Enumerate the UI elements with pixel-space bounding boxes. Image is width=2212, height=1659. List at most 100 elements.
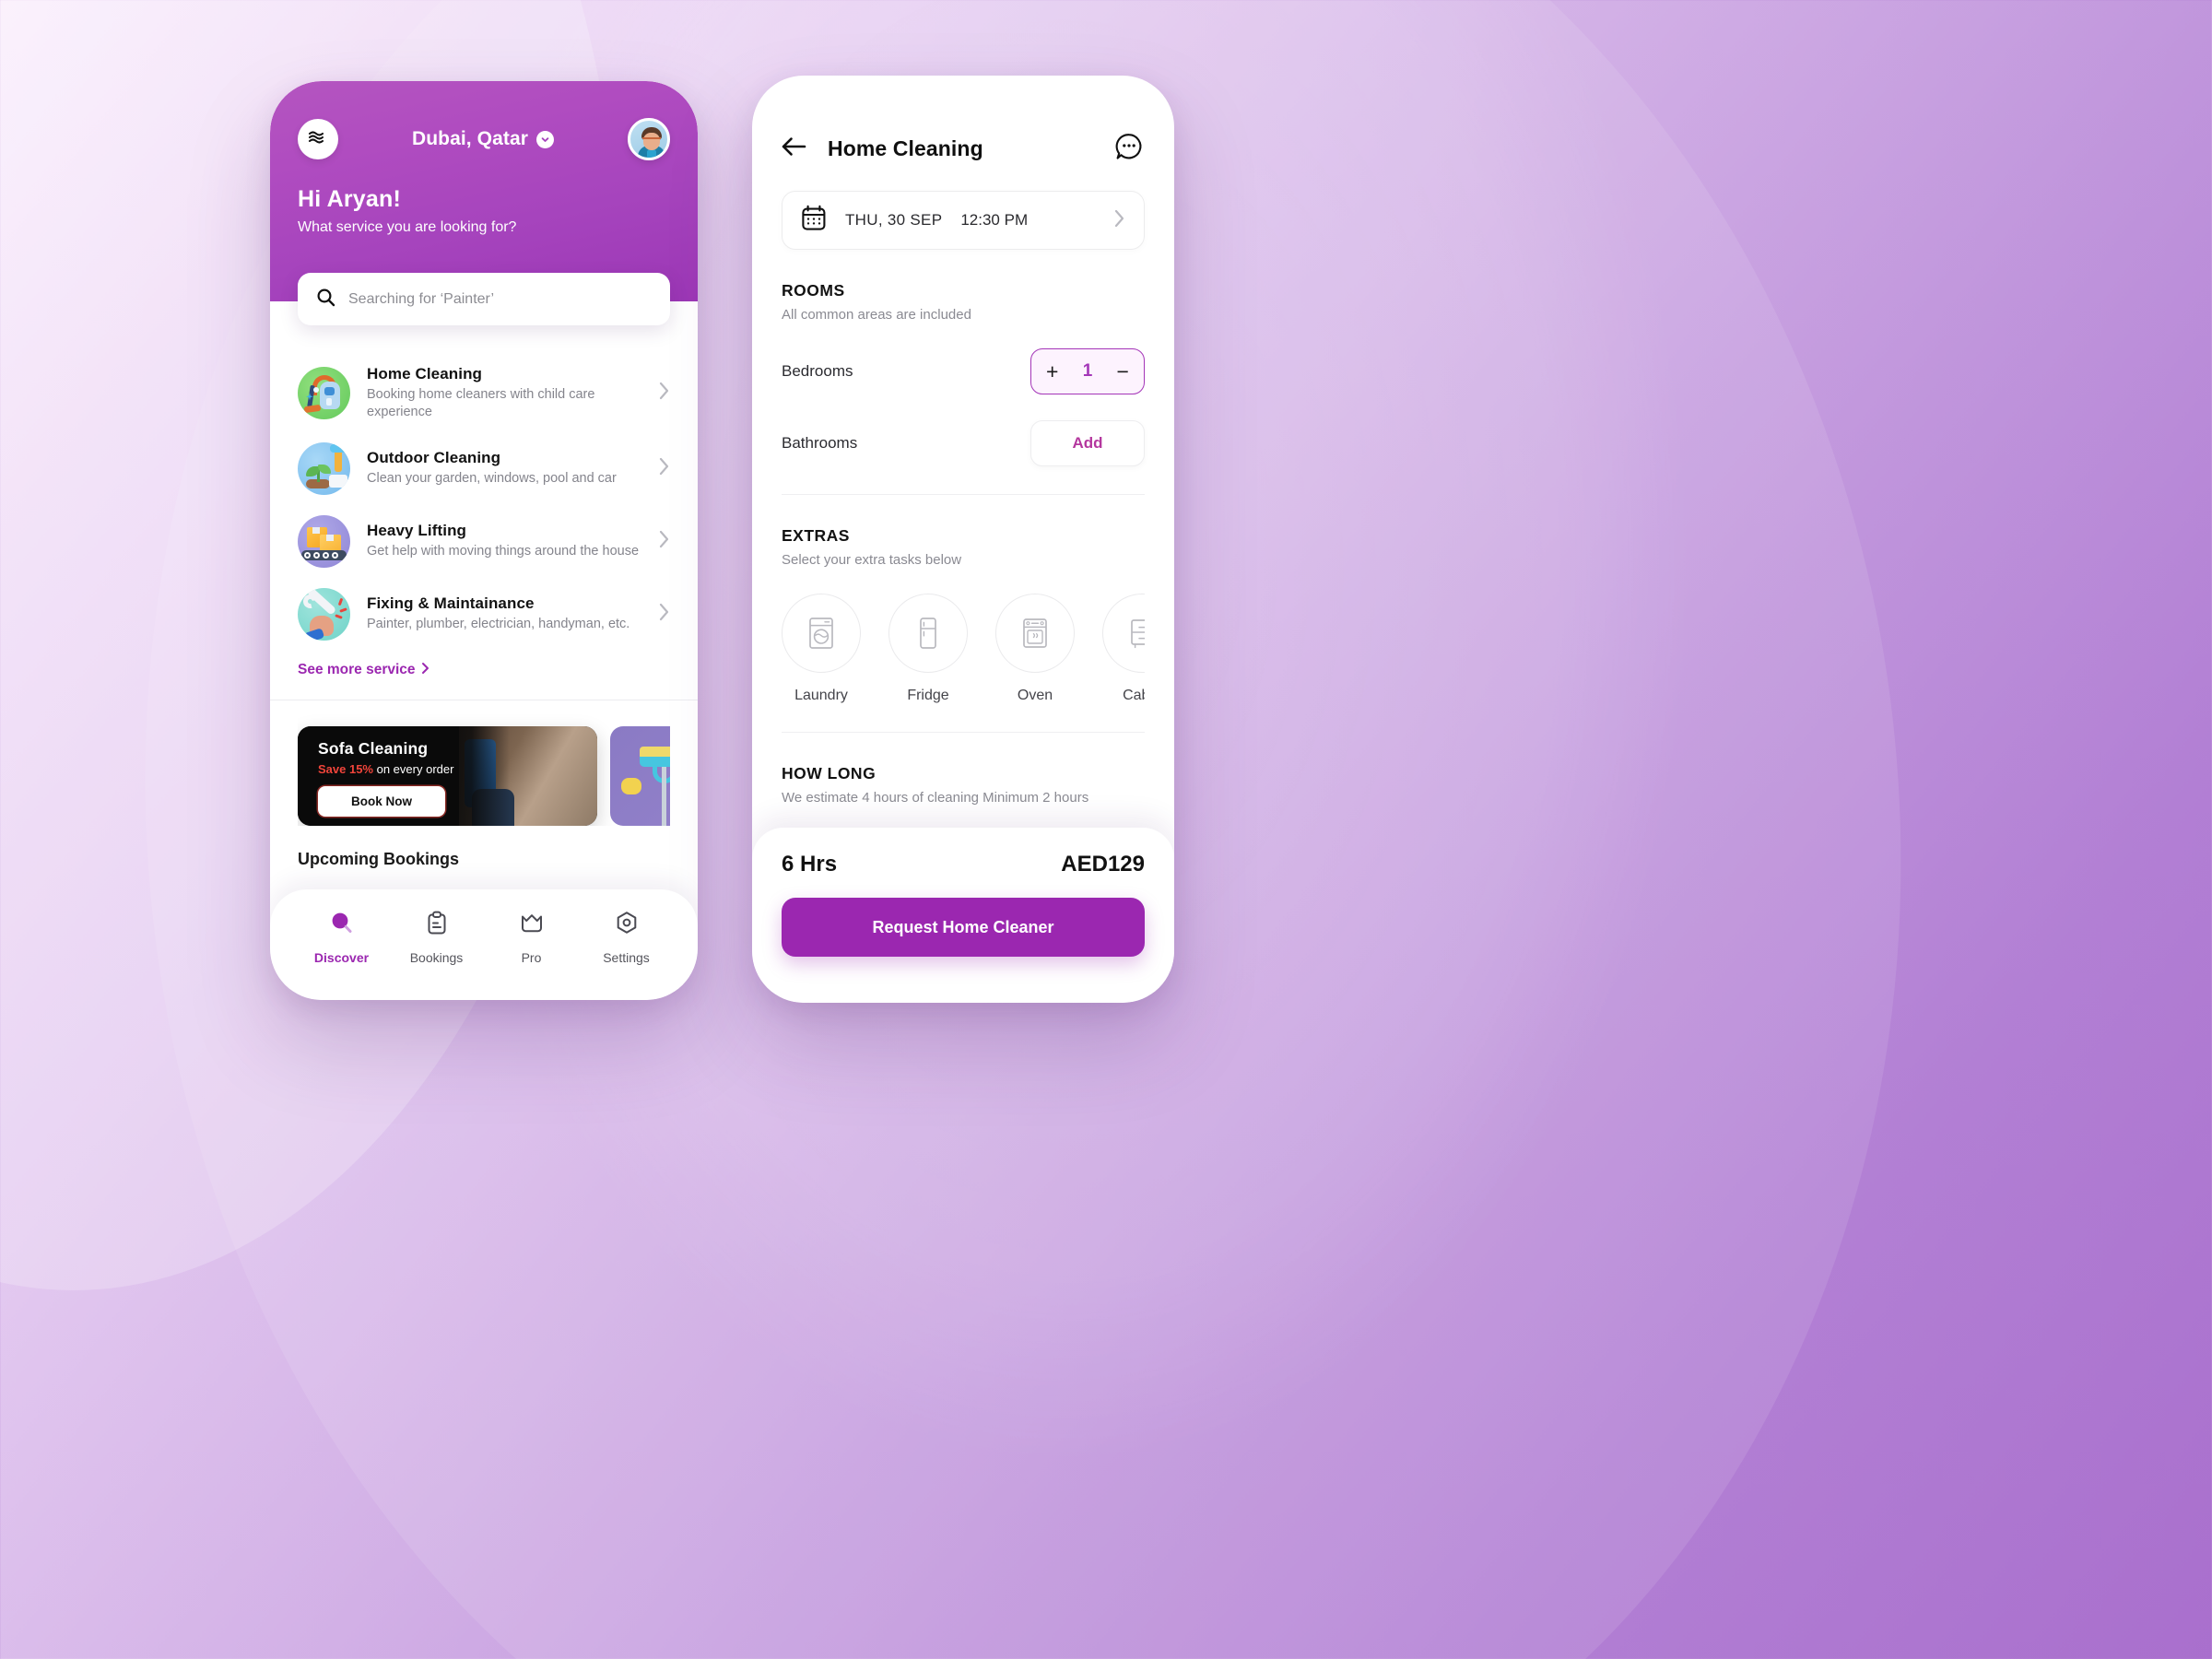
extra-label: Fridge [907, 688, 949, 703]
phone-discover-screen: Dubai, Qatar Hi Aryan! What service you … [270, 81, 698, 1000]
chat-dots-icon[interactable] [1113, 131, 1145, 167]
wrench-hand-icon [298, 587, 350, 641]
rooms-subtitle: All common areas are included [782, 307, 971, 323]
discover-header: Dubai, Qatar Hi Aryan! What service you … [270, 81, 698, 301]
service-text: Fixing & Maintainance Painter, plumber, … [367, 594, 641, 633]
nav-item-bookings[interactable]: Bookings [399, 910, 475, 965]
booking-header: Home Cleaning [782, 76, 1145, 167]
total-hours: 6 Hrs [782, 852, 838, 877]
hexagon-gear-icon [613, 910, 641, 942]
moving-boxes-icon [298, 514, 350, 568]
arrow-left-icon[interactable] [782, 136, 807, 161]
extra-label: Laundry [794, 688, 848, 703]
service-desc: Get help with moving things around the h… [367, 543, 640, 559]
see-more-label: See more service [298, 662, 416, 678]
decrement-button[interactable]: − [1117, 360, 1129, 382]
how-long-heading: HOW LONG [782, 764, 877, 782]
bedrooms-row: Bedrooms + 1 − [782, 348, 1145, 394]
extra-item-oven[interactable]: Oven [995, 594, 1075, 704]
chevron-right-icon [658, 602, 670, 627]
avatar[interactable] [628, 118, 670, 160]
discover-topbar: Dubai, Qatar [298, 81, 670, 160]
bathrooms-row: Bathrooms Add [782, 420, 1145, 466]
greeting-subtitle: What service you are looking for? [298, 219, 517, 235]
nav-item-settings[interactable]: Settings [589, 910, 665, 965]
glove-icon [621, 777, 641, 794]
bedrooms-stepper[interactable]: + 1 − [1030, 348, 1145, 394]
service-item-fixing-maintainance[interactable]: Fixing & Maintainance Painter, plumber, … [298, 578, 670, 651]
booking-time: 12:30 PM [960, 211, 1029, 229]
service-item-heavy-lifting[interactable]: Heavy Lifting Get help with moving thing… [298, 505, 670, 578]
promo-save-badge: Save 15% [318, 761, 373, 776]
service-text: Outdoor Cleaning Clean your garden, wind… [367, 449, 641, 488]
search-bar[interactable] [298, 273, 670, 325]
calendar-icon [801, 205, 827, 236]
booking-header-left: Home Cleaning [782, 136, 983, 161]
discover-body: Home Cleaning Booking home cleaners with… [270, 301, 698, 869]
extras-section: EXTRAS Select your extra tasks below Lau… [782, 494, 1145, 732]
refrigerator-icon [888, 594, 968, 673]
extra-item-fridge[interactable]: Fridge [888, 594, 968, 704]
promo-carousel[interactable]: Sofa Cleaning Save 15% on every order Bo… [298, 700, 670, 826]
bathrooms-label: Bathrooms [782, 434, 858, 452]
chevron-right-icon [658, 456, 670, 481]
service-title: Heavy Lifting [367, 521, 467, 539]
bedrooms-label: Bedrooms [782, 362, 853, 380]
avatar-glasses [642, 137, 661, 143]
request-home-cleaner-button[interactable]: Request Home Cleaner [782, 898, 1145, 957]
washing-machine-icon [782, 594, 861, 673]
book-now-button[interactable]: Book Now [318, 785, 445, 817]
date-time-selector[interactable]: THU, 30 SEP 12:30 PM [782, 191, 1145, 250]
service-title: Fixing & Maintainance [367, 594, 535, 612]
avatar-collar [647, 149, 656, 158]
extra-item-laundry[interactable]: Laundry [782, 594, 861, 704]
clipboard-icon [423, 910, 451, 942]
location-selector[interactable]: Dubai, Qatar [411, 128, 555, 150]
promo-subtitle-rest: on every order [373, 761, 454, 776]
service-desc: Booking home cleaners with child care ex… [367, 387, 595, 420]
crown-icon [518, 910, 546, 942]
chevron-down-icon [536, 130, 555, 148]
booking-footer: 6 Hrs AED129 Request Home Cleaner [752, 828, 1174, 1003]
chevron-right-icon [421, 662, 429, 679]
date-time-text: THU, 30 SEP 12:30 PM [845, 211, 1095, 229]
page-title: Hi Aryan! [298, 186, 402, 212]
service-title: Outdoor Cleaning [367, 448, 501, 466]
extra-label: Oven [1017, 688, 1053, 703]
service-item-outdoor-cleaning[interactable]: Outdoor Cleaning Clean your garden, wind… [298, 432, 670, 505]
booking-title: Home Cleaning [828, 136, 983, 160]
nav-item-pro[interactable]: Pro [494, 910, 570, 965]
booking-date: THU, 30 SEP [845, 211, 943, 229]
footer-summary: 6 Hrs AED129 [782, 852, 1145, 877]
service-item-home-cleaning[interactable]: Home Cleaning Booking home cleaners with… [298, 355, 670, 432]
service-title: Home Cleaning [367, 365, 483, 382]
nav-item-discover[interactable]: Discover [304, 910, 380, 965]
oven-icon [995, 594, 1075, 673]
greeting-block: Hi Aryan! What service you are looking f… [298, 186, 670, 236]
extra-item-cabin[interactable]: Cabin [1102, 594, 1145, 704]
service-text: Heavy Lifting Get help with moving thing… [367, 522, 641, 560]
nav-label: Bookings [409, 950, 464, 965]
promo-card-secondary[interactable] [610, 725, 670, 826]
service-desc: Painter, plumber, electrician, handyman,… [367, 616, 630, 631]
how-long-subtitle: We estimate 4 hours of cleaning Minimum … [782, 790, 1089, 806]
bathrooms-add-button[interactable]: Add [1030, 420, 1145, 466]
search-input[interactable] [348, 290, 652, 308]
chevron-right-icon [658, 381, 670, 406]
chevron-right-icon [1113, 208, 1125, 233]
bottom-navigation: Discover Bookings Pro Settings [270, 889, 698, 1000]
menu-button[interactable] [298, 119, 338, 159]
mop-stick [662, 766, 666, 826]
phone-booking-screen: Home Cleaning THU, 30 SEP 12:30 PM ROOMS… [752, 76, 1174, 1003]
upcoming-bookings-heading: Upcoming Bookings [298, 849, 459, 868]
promo-content: Sofa Cleaning Save 15% on every order Bo… [298, 726, 597, 817]
see-more-service-link[interactable]: See more service [298, 662, 670, 700]
promo-card-sofa-cleaning[interactable]: Sofa Cleaning Save 15% on every order Bo… [298, 725, 597, 826]
extras-subtitle: Select your extra tasks below [782, 552, 962, 568]
location-label: Dubai, Qatar [411, 128, 529, 149]
extras-list[interactable]: Laundry Fridge Oven Ca [782, 594, 1145, 704]
promo-title: Sofa Cleaning [318, 738, 429, 758]
promo-subtitle: Save 15% on every order [318, 762, 597, 776]
increment-button[interactable]: + [1046, 360, 1058, 382]
service-text: Home Cleaning Booking home cleaners with… [367, 365, 641, 422]
